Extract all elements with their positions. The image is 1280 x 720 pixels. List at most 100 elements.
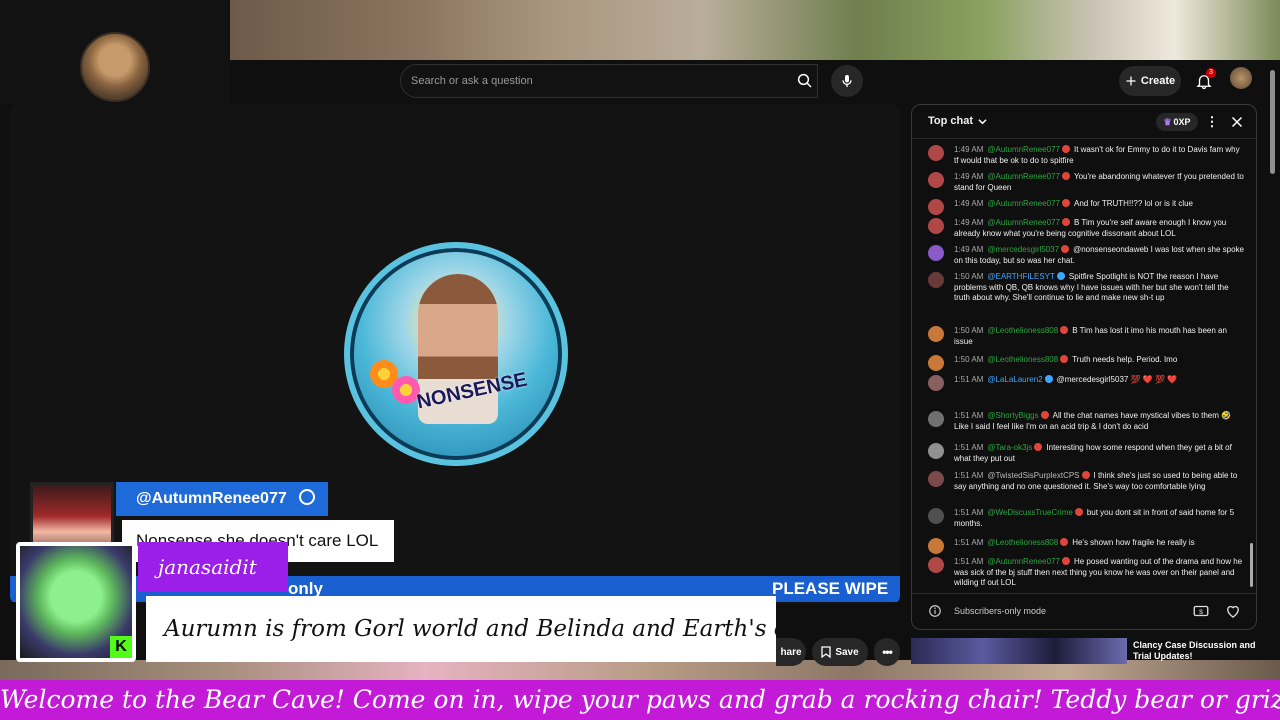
chat-author-avatar[interactable] xyxy=(928,355,944,371)
top-bar: Create 3 xyxy=(230,60,1280,104)
chat-timestamp: 1:51 AM xyxy=(954,557,984,566)
chat-author-name[interactable]: @TwistedSisPurplextCPS xyxy=(987,471,1079,480)
chat-author-avatar[interactable] xyxy=(928,326,944,342)
chat-timestamp: 1:50 AM xyxy=(954,355,984,364)
chat-author-avatar[interactable] xyxy=(928,218,944,234)
close-chat-button[interactable] xyxy=(1228,113,1246,131)
member-badge-icon xyxy=(1061,245,1070,253)
chat-message-text: And for TRUTH!!?? lol or is it clue xyxy=(1073,199,1193,208)
create-button[interactable]: Create xyxy=(1119,66,1181,96)
notification-badge: 3 xyxy=(1206,68,1216,78)
save-button[interactable]: Save xyxy=(812,638,868,666)
xp-badge[interactable]: ♛ 0XP xyxy=(1156,113,1198,131)
chat-author-avatar[interactable] xyxy=(928,199,944,215)
chat-message-text: Truth needs help. Period. Imo xyxy=(1072,355,1178,364)
member-badge-icon xyxy=(1061,199,1070,207)
chat-timestamp: 1:49 AM xyxy=(954,145,984,154)
chat-author-name[interactable]: @AutumnRenee077 xyxy=(987,172,1060,181)
overlay-author: @AutumnRenee077 xyxy=(116,482,328,516)
chat-author-name[interactable]: @EARTHFILESYT xyxy=(987,272,1055,281)
chat-author-name[interactable]: @Leothelioness808 xyxy=(987,326,1058,335)
info-icon xyxy=(929,605,941,617)
chat-mode-dropdown[interactable]: Top chat xyxy=(928,115,987,127)
member-badge-icon xyxy=(1061,172,1070,180)
chat-message-body: 1:49 AM @AutumnRenee077 And for TRUTH!!?? … xyxy=(954,199,1244,210)
member-badge-icon xyxy=(1060,355,1069,363)
chat-timestamp: 1:51 AM xyxy=(954,411,984,420)
member-badge-icon xyxy=(1060,538,1069,546)
search-button[interactable] xyxy=(790,66,820,96)
member-badge-icon xyxy=(1081,471,1090,479)
chat-author-avatar[interactable] xyxy=(928,245,944,261)
subscribers-only-notice: Subscribers-only mode xyxy=(954,606,1047,616)
microphone-icon xyxy=(842,75,852,87)
related-title: Clancy Case Discussion and Trial Updates… xyxy=(1133,640,1256,661)
member-badge-icon xyxy=(1056,272,1065,280)
bookmark-icon xyxy=(821,646,831,658)
user-avatar[interactable] xyxy=(1230,67,1252,89)
featured-message: Aurumn is from Gorl world and Belinda an… xyxy=(146,596,776,662)
search-box[interactable] xyxy=(400,64,818,98)
chat-author-avatar[interactable] xyxy=(928,443,944,459)
member-badge-icon xyxy=(1061,218,1070,226)
voice-search-button[interactable] xyxy=(831,65,863,97)
chat-message-body: 1:49 AM @AutumnRenee077 It wasn't ok for E… xyxy=(954,145,1244,166)
page-scrollbar[interactable] xyxy=(1270,70,1275,174)
chat-author-avatar[interactable] xyxy=(928,538,944,554)
related-thumbnail xyxy=(911,638,1127,664)
chat-author-name[interactable]: @AutumnRenee077 xyxy=(987,145,1060,154)
more-actions-button[interactable]: ••• xyxy=(874,638,900,666)
chat-author-name[interactable]: @Tara-ok3js xyxy=(987,443,1032,452)
member-badge-icon xyxy=(1060,326,1069,334)
search-input[interactable] xyxy=(411,75,817,87)
chat-message-body: 1:51 AM @AutumnRenee077 He posed wanting o… xyxy=(954,557,1244,589)
chat-footer: Subscribers-only mode $ xyxy=(912,593,1256,629)
chat-author-name[interactable]: @ShortyBiggs xyxy=(987,411,1038,420)
share-button[interactable]: hare xyxy=(776,638,806,666)
related-video[interactable]: Clancy Case Discussion and Trial Updates… xyxy=(911,638,1257,664)
chat-author-name[interactable]: @AutumnRenee077 xyxy=(987,199,1060,208)
like-chat-button[interactable] xyxy=(1224,602,1244,622)
chat-author-avatar[interactable] xyxy=(928,145,944,161)
featured-author: janasaidit xyxy=(138,542,288,592)
chat-author-name[interactable]: @AutumnRenee077 xyxy=(987,557,1060,566)
chat-scrollbar[interactable] xyxy=(1250,543,1253,587)
background-banner xyxy=(230,0,1280,62)
member-badge-icon xyxy=(1061,557,1070,565)
plus-icon xyxy=(1126,76,1136,86)
chat-author-avatar[interactable] xyxy=(928,172,944,188)
overlay-author-name: @AutumnRenee077 xyxy=(136,490,287,507)
more-horizontal-icon: ••• xyxy=(882,645,893,659)
member-badge-icon xyxy=(1040,411,1049,419)
search-icon xyxy=(797,73,812,88)
chat-author-avatar[interactable] xyxy=(928,375,944,391)
chat-author-avatar[interactable] xyxy=(928,411,944,427)
save-label: Save xyxy=(835,646,859,658)
chat-timestamp: 1:51 AM xyxy=(954,471,984,480)
chat-message-text: He's shown how fragile he really is xyxy=(1072,538,1195,547)
chat-options-button[interactable]: ⋮ xyxy=(1204,113,1220,131)
chat-author-name[interactable]: @Leothelioness808 xyxy=(987,355,1058,364)
member-badge-icon xyxy=(1074,508,1083,516)
video-player[interactable]: NONSENSE @AutumnRenee077 Nonsense she do… xyxy=(10,104,900,604)
welcome-marquee: Welcome to the Bear Cave! Come on in, wi… xyxy=(0,680,1280,720)
chat-author-avatar[interactable] xyxy=(928,471,944,487)
chat-timestamp: 1:51 AM xyxy=(954,443,984,452)
chat-author-avatar[interactable] xyxy=(928,508,944,524)
chat-message-body: 1:49 AM @mercedesgirl5037 @nonsenseondaweb… xyxy=(954,245,1244,266)
chat-messages[interactable]: 1:49 AM @AutumnRenee077 It wasn't ok for E… xyxy=(912,141,1256,593)
channel-avatar[interactable] xyxy=(80,32,150,102)
chat-author-avatar[interactable] xyxy=(928,272,944,288)
chat-author-avatar[interactable] xyxy=(928,557,944,573)
chat-author-name[interactable]: @AutumnRenee077 xyxy=(987,218,1060,227)
member-badge-icon xyxy=(1034,443,1043,451)
chat-author-name[interactable]: @mercedesgirl5037 xyxy=(987,245,1059,254)
chat-message-body: 1:50 AM @EARTHFILESYT Spitfire Spotlight i… xyxy=(954,272,1244,304)
chat-author-name[interactable]: @LaLaLauren2 xyxy=(987,375,1042,384)
member-badge-icon xyxy=(1044,375,1053,383)
chat-author-name[interactable]: @WeDiscussTrueCrime xyxy=(987,508,1072,517)
super-chat-button[interactable]: $ xyxy=(1192,602,1212,622)
marquee-text: Welcome to the Bear Cave! Come on in, wi… xyxy=(0,685,1280,714)
chat-mode-label: Top chat xyxy=(928,115,974,127)
chat-author-name[interactable]: @Leothelioness808 xyxy=(987,538,1058,547)
